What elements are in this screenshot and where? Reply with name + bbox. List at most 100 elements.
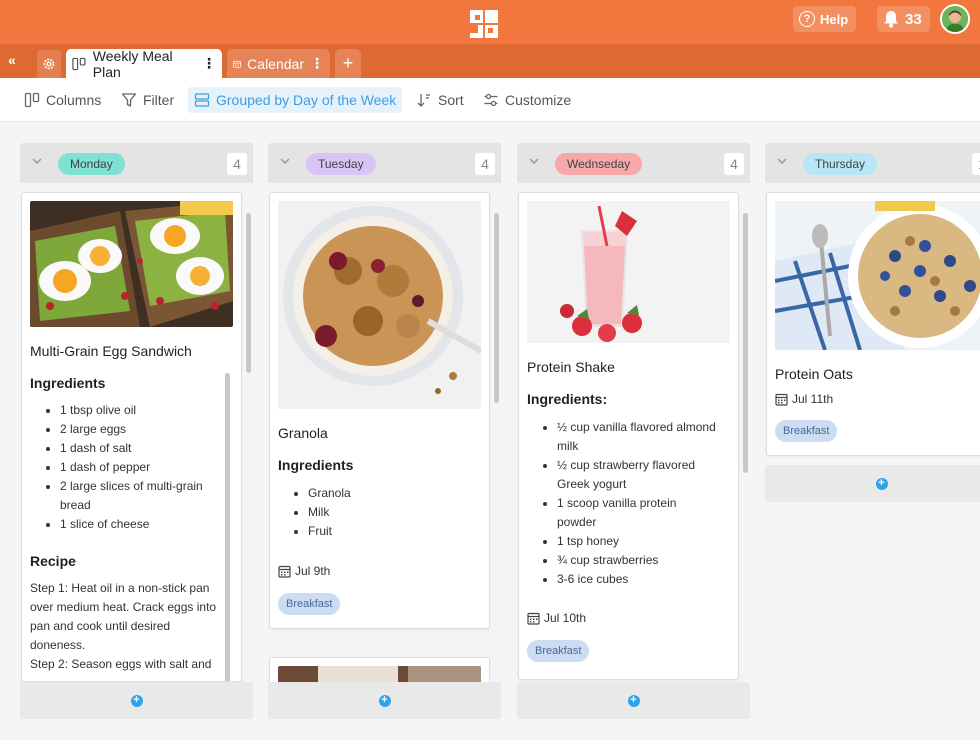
tab-label: Calendar [247, 55, 304, 72]
tab-bar: « Weekly Meal Plan ⋮ Calendar ⋮ + [0, 44, 980, 80]
column-header: Monday 4 [20, 143, 253, 183]
column-label: Thursday [803, 153, 878, 175]
filter-button[interactable]: Filter [115, 87, 180, 113]
notifications-count: 33 [905, 10, 922, 28]
ingredients-list: Granola Milk Fruit [308, 484, 478, 541]
card-image [30, 201, 233, 327]
meal-tag[interactable]: Breakfast [775, 420, 838, 442]
add-tab-button[interactable]: + [335, 49, 361, 78]
card-image [775, 201, 980, 350]
list-item: Milk [308, 503, 478, 522]
logo-icon[interactable] [469, 9, 499, 39]
help-icon: ? [799, 11, 815, 27]
list-item: 1 dash of pepper [60, 458, 230, 477]
notifications-button[interactable]: 33 [877, 6, 930, 32]
customize-label: Customize [505, 92, 572, 108]
card-multi-grain-egg-sandwich[interactable]: Multi-Grain Egg Sandwich Ingredients 1 t… [21, 192, 242, 682]
add-card-icon: + [378, 694, 391, 707]
add-card-button[interactable]: + [765, 465, 980, 502]
list-item: 1 tbsp olive oil [60, 401, 230, 420]
date-value: Jul 9th [295, 564, 331, 578]
card-title: Multi-Grain Egg Sandwich [30, 343, 192, 359]
kanban-board: Monday 4 Multi-Grain Egg Sandwich Ingred… [0, 122, 980, 740]
column-header: Wednseday 4 [517, 143, 750, 183]
group-by-label: Grouped by Day of the Week [216, 92, 397, 108]
date-value: Jul 10th [544, 611, 587, 625]
list-item: 1 dash of salt [60, 439, 230, 458]
list-item: ½ cup vanilla flavored almond milk [557, 418, 717, 456]
card-granola[interactable]: Granola Ingredients Granola Milk Fruit J… [269, 192, 490, 629]
column-body: Protein Oats Jul 11th Breakfast + [765, 183, 980, 693]
columns-button[interactable]: Columns [18, 87, 107, 113]
column-tuesday: Tuesday 4 Granola Ingredients • Granola … [268, 143, 501, 693]
list-item: Fruit [308, 522, 478, 541]
card-title: Protein Oats [775, 366, 853, 382]
gear-icon [43, 58, 55, 70]
list-item: 1 tsp honey [557, 532, 717, 551]
board-icon [72, 57, 86, 70]
card-protein-oats[interactable]: Protein Oats Jul 11th Breakfast [766, 192, 980, 456]
ingredients-list: ½ cup vanilla flavored almond milk ½ cup… [557, 418, 717, 589]
ingredients-heading: Ingredients [30, 375, 106, 391]
ingredients-heading: Ingredients [278, 457, 354, 473]
tab-menu-icon[interactable]: ⋮ [202, 55, 216, 72]
column-count: 4 [227, 153, 247, 175]
card-scrollbar[interactable] [225, 373, 230, 681]
list-item: 3-6 ice cubes [557, 570, 717, 589]
collapse-sidebar-icon[interactable]: « [8, 52, 16, 68]
view-toolbar: Columns Filter Grouped by Day of the Wee… [0, 78, 980, 122]
group-icon [194, 93, 210, 107]
settings-tab[interactable] [37, 50, 61, 78]
add-card-button[interactable]: + [517, 682, 750, 719]
card-protein-shake[interactable]: Protein Shake Ingredients: ½ cup vanilla… [518, 192, 739, 680]
calendar-date-icon [527, 612, 540, 625]
meal-tag[interactable]: Breakfast [527, 640, 590, 662]
recipe-step: Step 2: Season eggs with salt and [30, 657, 212, 671]
sort-button[interactable]: Sort [410, 87, 470, 113]
top-bar: ? Help 33 [0, 0, 980, 44]
column-thursday: Thursday 1 [765, 143, 980, 502]
column-body: Multi-Grain Egg Sandwich Ingredients 1 t… [20, 183, 253, 693]
column-count: 4 [724, 153, 744, 175]
avatar[interactable] [940, 4, 970, 34]
list-item: ¾ cup strawberries [557, 551, 717, 570]
ingredients-heading: Ingredients: [527, 391, 608, 407]
recipe-text: Step 1: Heat oil in a non-stick pan over… [30, 579, 226, 674]
plus-icon: + [342, 53, 354, 73]
tab-calendar[interactable]: Calendar ⋮ [227, 49, 330, 78]
tab-label: Weekly Meal Plan [92, 47, 173, 80]
add-card-button[interactable]: + [268, 682, 501, 719]
group-by-button[interactable]: Grouped by Day of the Week [188, 87, 403, 113]
column-label: Monday [58, 153, 125, 175]
chevron-down-icon[interactable] [32, 156, 42, 166]
chevron-down-icon[interactable] [777, 156, 787, 166]
column-label: Wednseday [555, 153, 643, 175]
column-header: Tuesday 4 [268, 143, 501, 183]
customize-button[interactable]: Customize [477, 87, 577, 113]
card-title: Granola [278, 425, 328, 441]
filter-icon [121, 93, 137, 107]
column-count: 4 [475, 153, 495, 175]
tab-weekly-meal-plan[interactable]: Weekly Meal Plan ⋮ [66, 47, 222, 80]
list-item: ½ cup strawberry flavored Greek yogurt [557, 456, 717, 494]
calendar-date-icon [278, 565, 291, 578]
card-image [527, 201, 730, 343]
chevron-down-icon[interactable] [280, 156, 290, 166]
add-card-button[interactable]: + [20, 682, 253, 719]
column-count: 1 [972, 153, 980, 175]
card-date: Jul 10th [527, 611, 586, 625]
recipe-heading: Recipe [30, 553, 76, 569]
column-scrollbar[interactable] [246, 213, 251, 373]
tab-menu-icon[interactable]: ⋮ [310, 55, 324, 72]
meal-tag[interactable]: Breakfast [278, 593, 341, 615]
columns-label: Columns [46, 92, 102, 108]
column-body: Granola Ingredients Granola Milk Fruit J… [268, 183, 501, 693]
sort-label: Sort [438, 92, 464, 108]
column-wednesday: Wednseday 4 Protein Shake Ingredients: •… [517, 143, 750, 680]
column-scrollbar[interactable] [743, 213, 748, 473]
chevron-down-icon[interactable] [529, 156, 539, 166]
help-button[interactable]: ? Help [793, 6, 857, 32]
avatar-image [942, 6, 968, 32]
column-scrollbar[interactable] [494, 213, 499, 403]
column-label: Tuesday [306, 153, 376, 175]
